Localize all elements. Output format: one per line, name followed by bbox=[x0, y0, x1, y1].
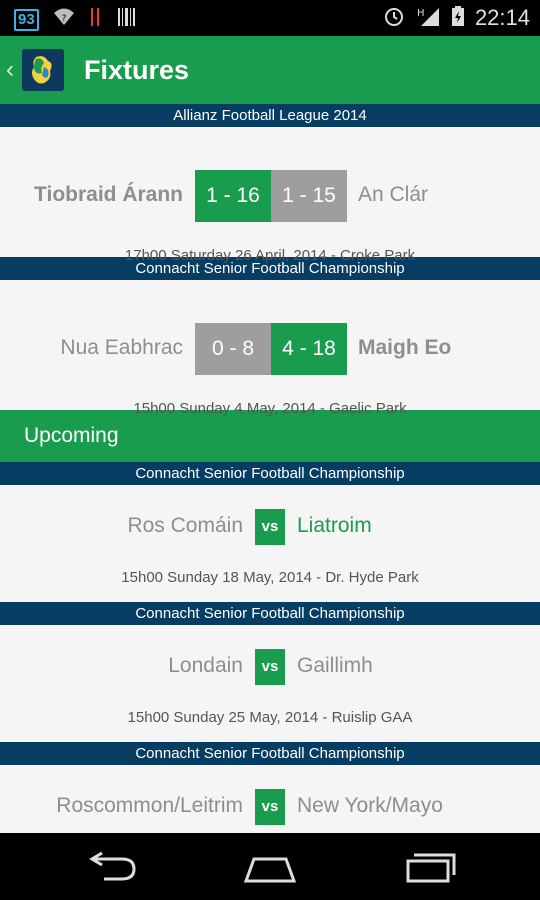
match-info: 15h00 Sunday 4 May, 2014 - Gaelic Park bbox=[133, 400, 407, 417]
recents-nav-icon[interactable] bbox=[400, 847, 460, 887]
fixture-row: Ros Comáin vs Liatroim bbox=[0, 509, 540, 545]
vs-badge: vs bbox=[255, 789, 285, 825]
score-row: Nua Eabhrac 0 - 8 4 - 18 Maigh Eo bbox=[0, 323, 540, 375]
app-logo-icon[interactable] bbox=[22, 49, 64, 91]
home-team: Ros Comáin bbox=[127, 514, 243, 537]
match-info: 15h00 Sunday 18 May, 2014 - Dr. Hyde Par… bbox=[121, 569, 419, 586]
notification-badge-icon: 93 bbox=[14, 8, 39, 31]
signal-icon: H bbox=[415, 5, 441, 32]
competition-header: Allianz Football League 2014 bbox=[0, 104, 540, 127]
barcode-icon bbox=[89, 7, 103, 32]
home-score: 0 - 8 bbox=[195, 323, 271, 375]
app-bar: ‹ Fixtures bbox=[0, 36, 540, 104]
competition-header: Connacht Senior Football Championship bbox=[0, 742, 540, 765]
competition-header: Connacht Senior Football Championship bbox=[0, 462, 540, 485]
fixture-card[interactable]: Ros Comáin vs Liatroim 15h00 Sunday 18 M… bbox=[0, 485, 540, 602]
vs-badge: vs bbox=[255, 509, 285, 545]
home-team: Nua Eabhrac bbox=[60, 336, 183, 359]
wifi-question-icon: ? bbox=[53, 7, 75, 32]
away-team: New York/Mayo bbox=[297, 794, 443, 817]
home-team: Londain bbox=[168, 654, 243, 677]
home-team: Roscommon/Leitrim bbox=[56, 794, 243, 817]
alarm-icon bbox=[383, 5, 405, 32]
clock-time: 22:14 bbox=[474, 5, 530, 30]
away-team: Gaillimh bbox=[297, 654, 373, 677]
fixtures-list[interactable]: Allianz Football League 2014 Tiobraid Ár… bbox=[0, 104, 540, 833]
result-card[interactable]: Tiobraid Árann 1 - 16 1 - 15 An Clár 17h… bbox=[0, 127, 540, 264]
match-info: 15h00 Sunday 25 May, 2014 - Ruislip GAA bbox=[127, 709, 413, 726]
svg-text:?: ? bbox=[61, 14, 66, 24]
score-row: Tiobraid Árann 1 - 16 1 - 15 An Clár bbox=[0, 170, 540, 222]
home-nav-icon[interactable] bbox=[240, 847, 300, 887]
fixture-card[interactable]: Londain vs Gaillimh 15h00 Sunday 25 May,… bbox=[0, 625, 540, 742]
upcoming-section-header: Upcoming bbox=[0, 410, 540, 462]
barcode-icon bbox=[117, 7, 137, 32]
back-nav-icon[interactable] bbox=[82, 847, 142, 887]
away-team: Maigh Eo bbox=[358, 336, 452, 359]
match-info: 17h00 Saturday 26 April, 2014 - Croke Pa… bbox=[124, 247, 416, 264]
svg-text:H: H bbox=[417, 8, 425, 19]
fixture-row: Roscommon/Leitrim vs New York/Mayo bbox=[0, 789, 540, 825]
fixture-card[interactable]: Roscommon/Leitrim vs New York/Mayo bbox=[0, 765, 540, 833]
away-team: An Clár bbox=[358, 183, 429, 206]
chevron-left-icon[interactable]: ‹ bbox=[0, 56, 22, 84]
result-card[interactable]: Nua Eabhrac 0 - 8 4 - 18 Maigh Eo 15h00 … bbox=[0, 280, 540, 417]
away-score: 4 - 18 bbox=[271, 323, 347, 375]
competition-header: Connacht Senior Football Championship bbox=[0, 602, 540, 625]
status-bar: 93 ? H 22:14 bbox=[0, 0, 540, 36]
vs-badge: vs bbox=[255, 649, 285, 685]
home-team: Tiobraid Árann bbox=[34, 183, 183, 206]
away-team: Liatroim bbox=[297, 514, 372, 537]
home-score: 1 - 16 bbox=[195, 170, 271, 222]
battery-charging-icon bbox=[451, 5, 465, 32]
fixture-row: Londain vs Gaillimh bbox=[0, 649, 540, 685]
system-nav-bar bbox=[0, 833, 540, 900]
page-title: Fixtures bbox=[84, 54, 190, 85]
away-score: 1 - 15 bbox=[271, 170, 347, 222]
